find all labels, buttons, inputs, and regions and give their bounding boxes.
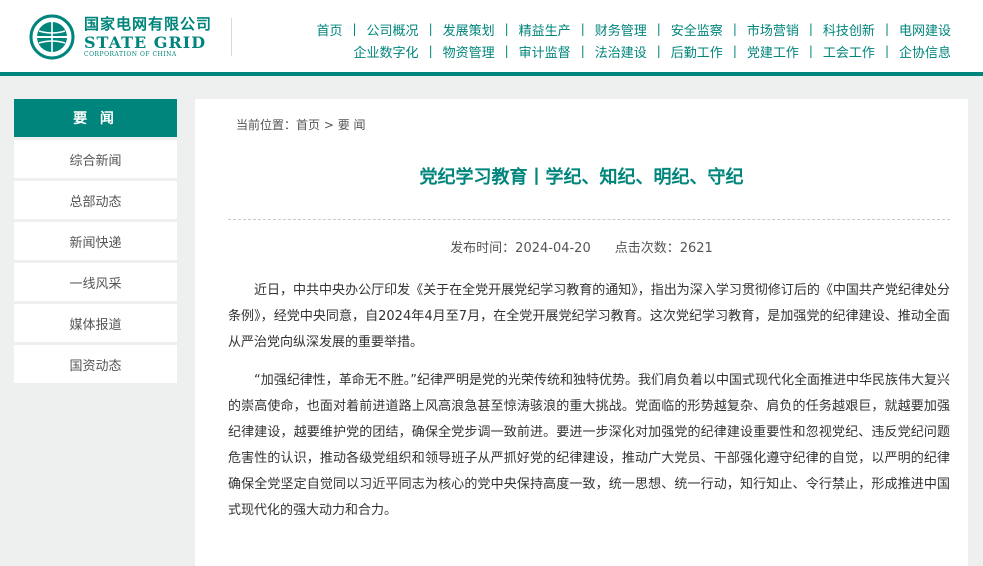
article-paragraph: “加强纪律性，革命无不胜。”纪律严明是党的光荣传统和独特优势。我们肩负着以中国式…: [228, 373, 950, 518]
nav-item-digitalization[interactable]: 企业数字化: [354, 42, 419, 61]
nav-item-enterprise-association[interactable]: 企协信息: [899, 42, 951, 61]
nav-item-development-planning[interactable]: 发展策划: [443, 20, 495, 39]
nav-item-rule-of-law[interactable]: 法治建设: [595, 42, 647, 61]
nav-separator: |: [732, 44, 737, 58]
nav-item-company-overview[interactable]: 公司概况: [367, 20, 419, 39]
nav-item-logistics[interactable]: 后勤工作: [671, 42, 723, 61]
nav-separator: |: [580, 44, 585, 58]
nav-separator: |: [504, 22, 509, 36]
header-accent-band: [0, 72, 983, 76]
nav-separator: |: [808, 44, 813, 58]
header-divider: [231, 18, 232, 56]
nav-separator: |: [428, 22, 433, 36]
main-nav: 首页 | 公司概况 | 发展策划 | 精益生产 | 财务管理 | 安全监察 | 市场营销 | …: [316, 18, 951, 62]
article-panel: 当前位置：首页 > 要 闻 党纪学习教育丨学纪、知纪、明纪、守纪 发布时间：20…: [195, 99, 968, 566]
sidebar-item-news-express[interactable]: 新闻快递: [14, 222, 177, 260]
state-grid-logo[interactable]: 国家电网有限公司 STATE GRID CORPORATION OF CHINA: [28, 13, 212, 61]
nav-item-grid-construction[interactable]: 电网建设: [899, 20, 951, 39]
sidebar-title: 要 闻: [14, 99, 177, 137]
nav-item-party-building[interactable]: 党建工作: [747, 42, 799, 61]
article-body: 近日，中共中央办公厅印发《关于在全党开展党纪学习教育的通知》，指出为深入学习贯彻…: [228, 278, 950, 536]
nav-item-materials[interactable]: 物资管理: [443, 42, 495, 61]
breadcrumb: 当前位置：首页 > 要 闻: [236, 116, 366, 133]
state-grid-globe-icon: [29, 14, 75, 60]
nav-item-lean-production[interactable]: 精益生产: [519, 20, 571, 39]
logo-cn-text: 国家电网有限公司: [84, 14, 213, 33]
nav-item-home[interactable]: 首页: [316, 20, 342, 39]
nav-item-innovation[interactable]: 科技创新: [823, 20, 875, 39]
nav-separator: |: [884, 22, 889, 36]
sidebar-item-general-news[interactable]: 综合新闻: [14, 140, 177, 178]
breadcrumb-home-link[interactable]: 首页: [296, 118, 320, 132]
nav-separator: |: [656, 22, 661, 36]
nav-separator: |: [808, 22, 813, 36]
sidebar-item-sasac-updates[interactable]: 国资动态: [14, 345, 177, 383]
click-count: 点击次数：2621: [614, 241, 713, 256]
title-divider: [228, 219, 950, 220]
article-title: 党纪学习教育丨学纪、知纪、明纪、守纪: [419, 167, 744, 188]
sidebar: 要 闻 综合新闻 总部动态 新闻快递 一线风采 媒体报道 国资动态: [14, 99, 177, 383]
publish-date: 发布时间：2024-04-20: [450, 241, 591, 256]
site-header: 国家电网有限公司 STATE GRID CORPORATION OF CHINA…: [0, 0, 983, 76]
nav-item-finance[interactable]: 财务管理: [595, 20, 647, 39]
logo-sub-text: CORPORATION OF CHINA: [84, 50, 177, 58]
nav-separator: |: [732, 22, 737, 36]
article-paragraph: 近日，中共中央办公厅印发《关于在全党开展党纪学习教育的通知》，指出为深入学习贯彻…: [228, 283, 950, 350]
nav-separator: |: [580, 22, 585, 36]
breadcrumb-label: 当前位置：: [236, 118, 297, 132]
nav-item-audit[interactable]: 审计监督: [519, 42, 571, 61]
nav-row-1: 首页 | 公司概况 | 发展策划 | 精益生产 | 财务管理 | 安全监察 | 市场营销 | …: [316, 18, 951, 40]
sidebar-item-frontline[interactable]: 一线风采: [14, 263, 177, 301]
nav-separator: |: [656, 44, 661, 58]
sidebar-item-hq-updates[interactable]: 总部动态: [14, 181, 177, 219]
nav-item-union[interactable]: 工会工作: [823, 42, 875, 61]
breadcrumb-separator: >: [320, 118, 338, 132]
nav-separator: |: [884, 44, 889, 58]
breadcrumb-current-link[interactable]: 要 闻: [338, 118, 366, 132]
nav-separator: |: [428, 44, 433, 58]
nav-item-safety[interactable]: 安全监察: [671, 20, 723, 39]
logo-en-text: STATE GRID: [84, 32, 207, 52]
sidebar-item-media-reports[interactable]: 媒体报道: [14, 304, 177, 342]
nav-separator: |: [504, 44, 509, 58]
nav-item-marketing[interactable]: 市场营销: [747, 20, 799, 39]
article-meta: 发布时间：2024-04-20 点击次数：2621: [195, 237, 968, 256]
nav-separator: |: [352, 22, 357, 36]
nav-row-2: 企业数字化 | 物资管理 | 审计监督 | 法治建设 | 后勤工作 | 党建工作 | 工会工…: [316, 40, 951, 62]
